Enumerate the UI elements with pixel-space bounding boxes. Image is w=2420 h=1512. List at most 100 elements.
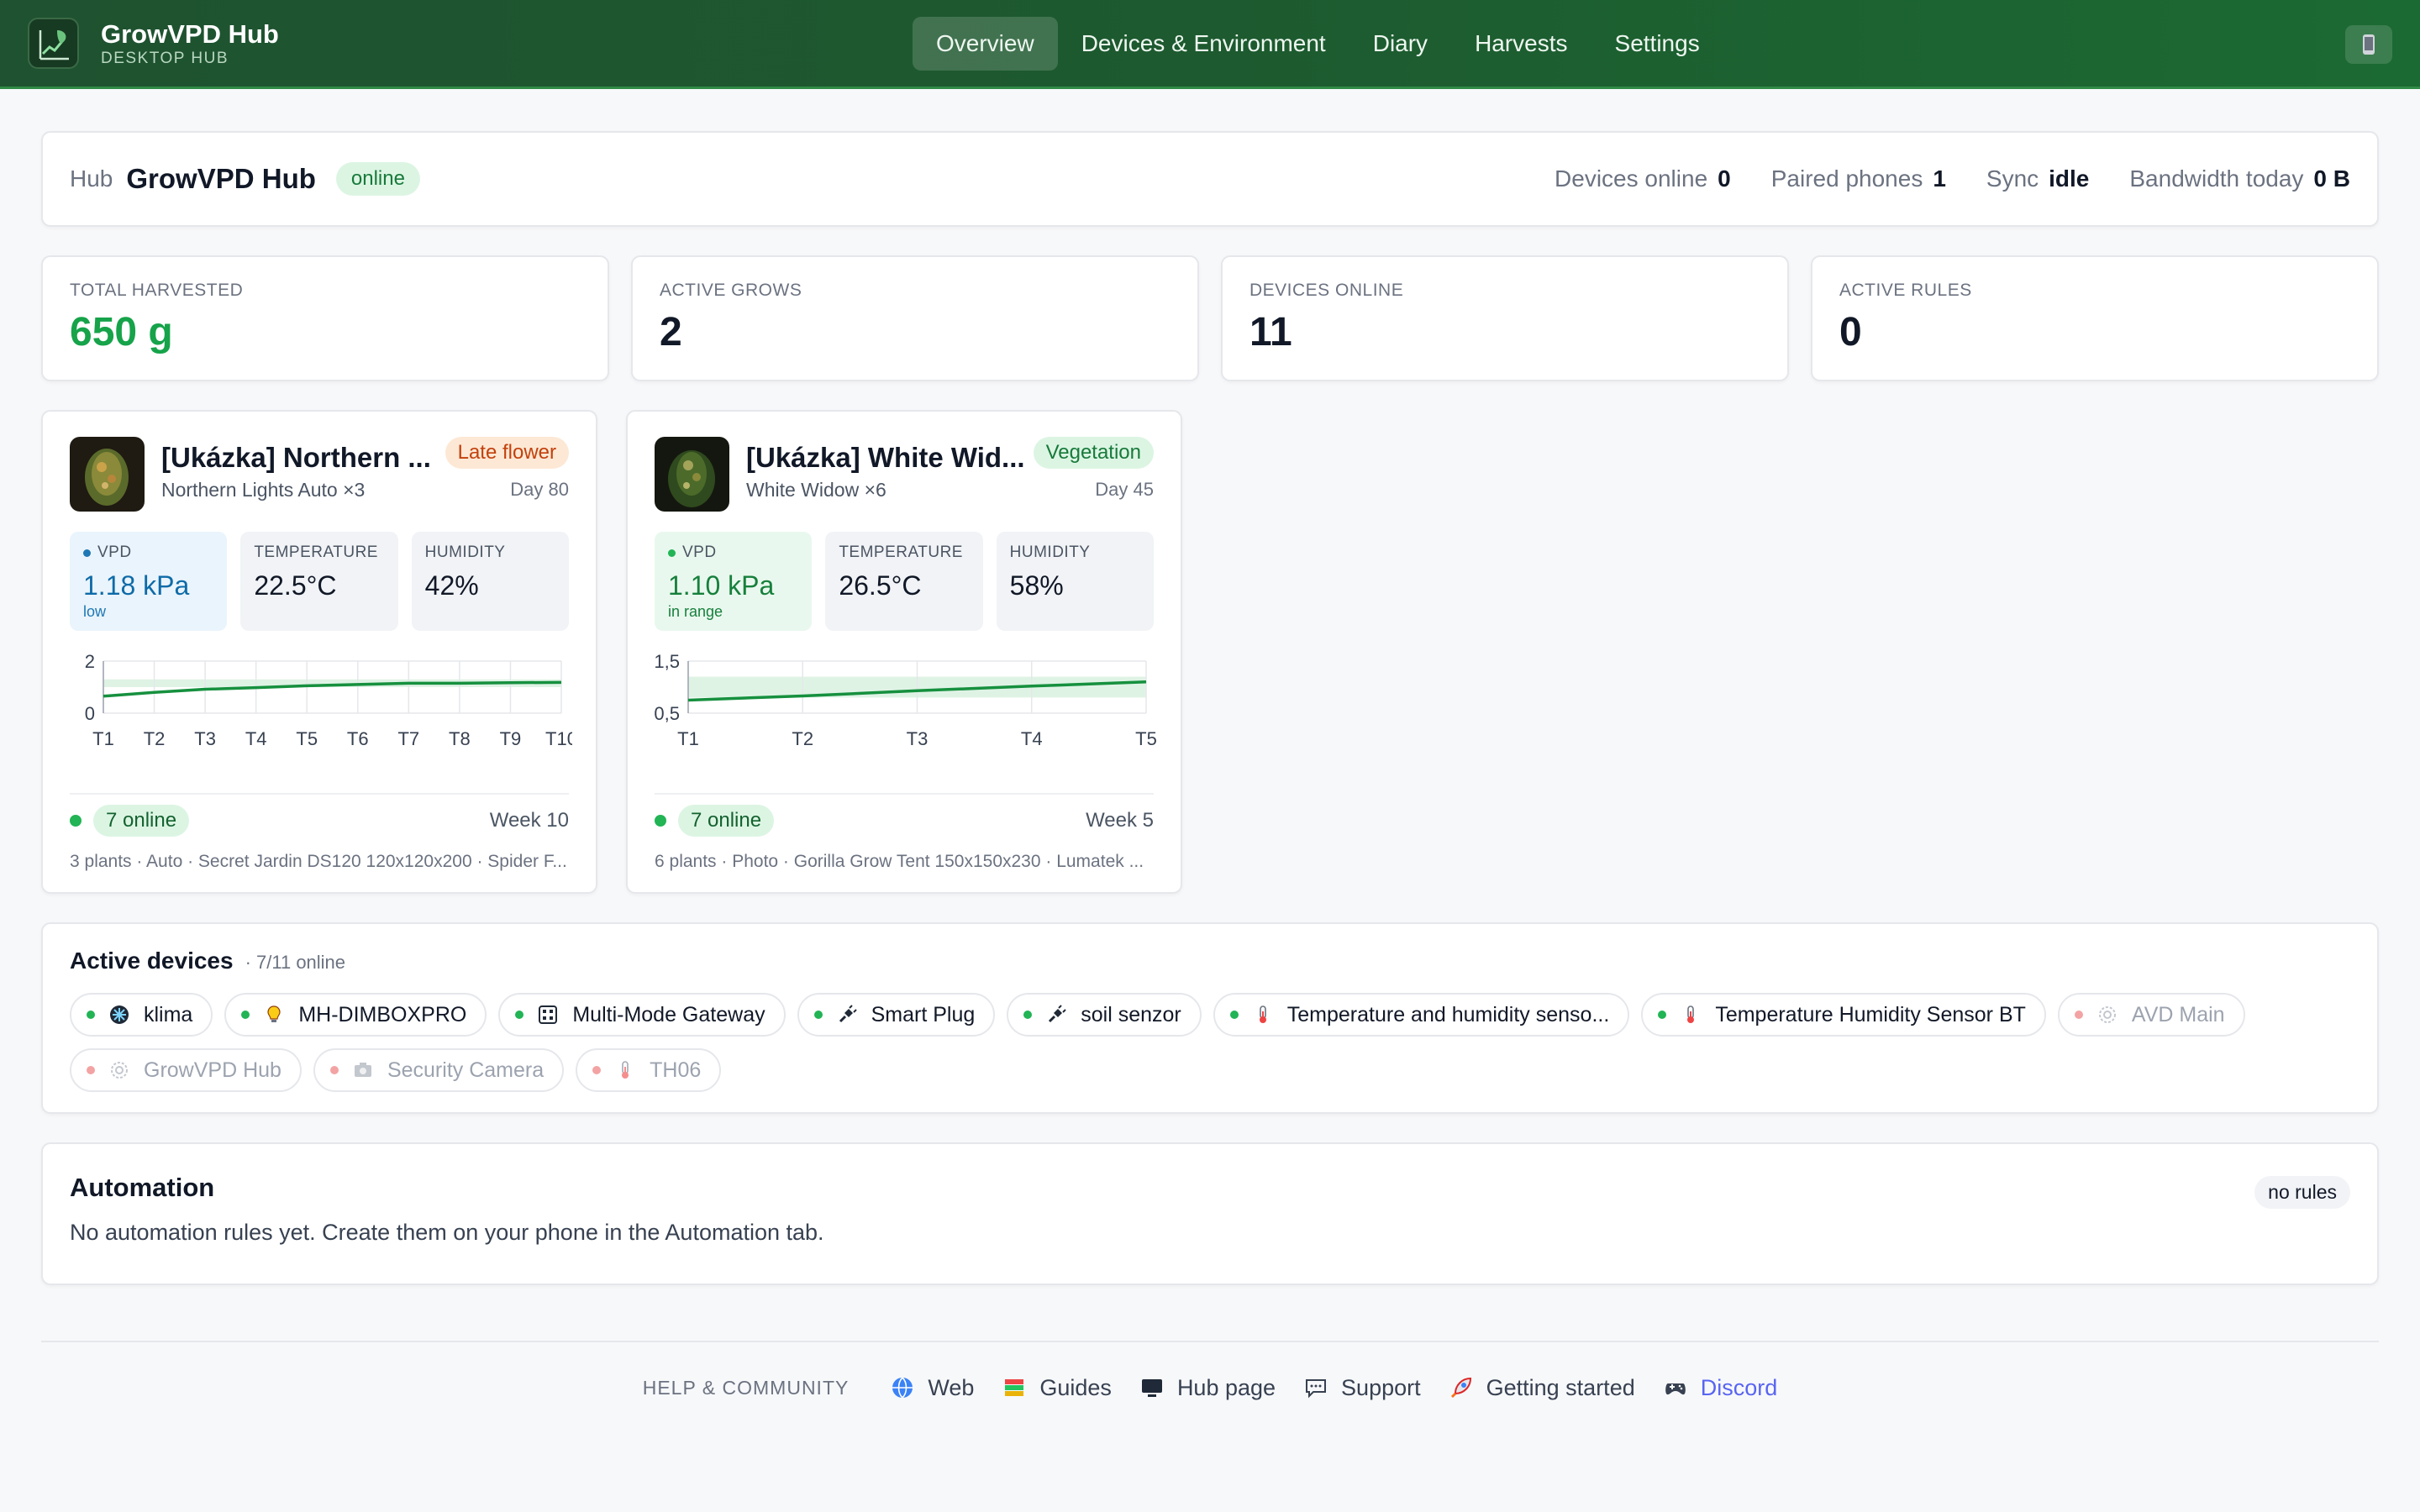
temperature-metric: TEMPERATURE 22.5°C xyxy=(240,532,398,631)
hub-label: Hub xyxy=(70,165,113,192)
nav-diary[interactable]: Diary xyxy=(1349,17,1451,71)
online-dot xyxy=(1229,1011,1239,1019)
temperature-metric: TEMPERATURE 26.5°C xyxy=(825,532,983,631)
device-chip[interactable]: klima xyxy=(70,993,213,1037)
rocket-icon xyxy=(1448,1374,1475,1401)
thermometer-icon xyxy=(1252,1004,1274,1026)
nav-settings[interactable]: Settings xyxy=(1591,17,1723,71)
books-icon xyxy=(1001,1374,1028,1401)
x-tick-label: T1 xyxy=(92,728,114,749)
online-dot xyxy=(1023,1011,1033,1019)
grow-week: Week 5 xyxy=(1086,809,1154,832)
device-chip-label: MH-DIMBOXPRO xyxy=(298,1002,467,1026)
online-dot xyxy=(515,1011,524,1019)
online-dot xyxy=(87,1011,95,1019)
footer: HELP & COMMUNITY Web Guides Hub page Sup… xyxy=(41,1341,2379,1433)
kpi-active-rules: ACTIVE RULES 0 xyxy=(1811,255,2379,381)
x-tick-label: T5 xyxy=(1135,728,1157,749)
hub-name: GrowVPD Hub xyxy=(126,163,316,194)
device-chip[interactable]: Security Camera xyxy=(313,1048,565,1092)
footer-link-discord[interactable]: Discord xyxy=(1662,1374,1777,1401)
x-tick-label: T9 xyxy=(500,728,522,749)
device-chip[interactable]: Multi-Mode Gateway xyxy=(498,993,786,1037)
hub-status-badge: online xyxy=(335,162,420,196)
sync-stat: Sync idle xyxy=(1986,165,2090,192)
devices-title: Active devices xyxy=(70,948,234,974)
phone-button[interactable] xyxy=(2345,25,2392,64)
x-tick-label: T1 xyxy=(677,728,699,749)
device-chips: klima MH-DIMBOXPRO Multi-Mode Gateway Smart… xyxy=(70,993,2350,1092)
grow-day: Day 80 xyxy=(510,479,569,500)
grow-card[interactable]: [Ukázka] Northern ... Late flower Northe… xyxy=(41,410,597,894)
footer-link-guides[interactable]: Guides xyxy=(1001,1374,1112,1401)
x-tick-label: T7 xyxy=(397,728,419,749)
plug-icon xyxy=(836,1004,858,1026)
device-chip[interactable]: AVD Main xyxy=(2057,993,2245,1037)
footer-link-hub-page[interactable]: Hub page xyxy=(1139,1374,1276,1401)
x-tick-label: T10 xyxy=(545,728,572,749)
automation-panel: Automation No automation rules yet. Crea… xyxy=(41,1142,2379,1285)
automation-empty-text: No automation rules yet. Create them on … xyxy=(70,1220,824,1245)
x-tick-label: T4 xyxy=(245,728,267,749)
humidity-metric: HUMIDITY 58% xyxy=(996,532,1154,631)
device-chip[interactable]: soil senzor xyxy=(1007,993,1202,1037)
footer-label: HELP & COMMUNITY xyxy=(642,1376,850,1399)
x-tick-label: T6 xyxy=(347,728,369,749)
footer-link-web[interactable]: Web xyxy=(889,1374,974,1401)
kpi-row: TOTAL HARVESTED 650 g ACTIVE GROWS 2 DEV… xyxy=(41,255,2379,381)
device-chip[interactable]: Temperature Humidity Sensor BT xyxy=(1641,993,2046,1037)
device-chip-label: Security Camera xyxy=(387,1058,544,1082)
offline-dot xyxy=(329,1066,339,1074)
device-chip-label: Temperature and humidity senso... xyxy=(1286,1002,1610,1026)
footer-link-getting-started[interactable]: Getting started xyxy=(1448,1374,1635,1401)
online-dot xyxy=(1658,1011,1667,1019)
grow-description: 3 plants · Auto · Secret Jardin DS120 12… xyxy=(70,852,567,871)
grow-description: 6 plants · Photo · Gorilla Grow Tent 150… xyxy=(655,852,1144,871)
device-chip-label: TH06 xyxy=(650,1058,702,1082)
device-chip[interactable]: MH-DIMBOXPRO xyxy=(224,993,487,1037)
device-chip-label: AVD Main xyxy=(2131,1002,2225,1026)
grow-day: Day 45 xyxy=(1095,479,1154,500)
device-chip[interactable]: GrowVPD Hub xyxy=(70,1048,302,1092)
device-chip-label: klima xyxy=(144,1002,193,1026)
main-nav: Overview Devices & Environment Diary Har… xyxy=(913,17,1723,71)
monitor-icon xyxy=(1139,1374,1165,1401)
snowflake-icon xyxy=(108,1004,130,1026)
device-chip-label: Multi-Mode Gateway xyxy=(572,1002,765,1026)
device-chip[interactable]: Temperature and humidity senso... xyxy=(1213,993,1630,1037)
active-devices-panel: Active devices · 7/11 online klima MH-DIM… xyxy=(41,922,2379,1114)
x-tick-label: T3 xyxy=(194,728,216,749)
x-tick-label: T2 xyxy=(144,728,166,749)
gamepad-icon xyxy=(1662,1374,1689,1401)
kpi-devices-online: DEVICES ONLINE 11 xyxy=(1221,255,1789,381)
offline-dot xyxy=(592,1066,602,1074)
nav-overview[interactable]: Overview xyxy=(913,17,1058,71)
grow-title: [Ukázka] Northern ... xyxy=(161,442,431,473)
bandwidth-stat: Bandwidth today 0 B xyxy=(2129,165,2350,192)
device-chip-label: Smart Plug xyxy=(871,1002,976,1026)
nav-harvests[interactable]: Harvests xyxy=(1451,17,1591,71)
grow-strain: White Widow ×6 xyxy=(746,479,886,501)
app-title: GrowVPD Hub xyxy=(101,18,279,49)
gateway-icon xyxy=(537,1004,559,1026)
device-chip[interactable]: TH06 xyxy=(576,1048,722,1092)
kpi-total-harvested: TOTAL HARVESTED 650 g xyxy=(41,255,609,381)
vpd-metric: VPD 1.10 kPa in range xyxy=(655,532,813,631)
grow-card[interactable]: [Ukázka] White Wid... Vegetation White W… xyxy=(626,410,1182,894)
grow-thumbnail xyxy=(70,437,145,512)
devices-online-stat: Devices online 0 xyxy=(1555,165,1731,192)
online-dot xyxy=(813,1011,823,1019)
online-dot xyxy=(70,815,82,827)
online-badge: 7 online xyxy=(93,805,190,837)
y-tick-label: 0 xyxy=(85,703,95,724)
footer-link-support[interactable]: Support xyxy=(1302,1374,1421,1401)
globe-icon xyxy=(889,1374,916,1401)
device-chip[interactable]: Smart Plug xyxy=(797,993,996,1037)
nav-devices-environment[interactable]: Devices & Environment xyxy=(1058,17,1349,71)
devices-count: · 7/11 online xyxy=(245,952,346,973)
grow-thumbnail xyxy=(655,437,729,512)
grow-title: [Ukázka] White Wid... xyxy=(746,442,1025,473)
stage-badge: Vegetation xyxy=(1033,437,1154,469)
gear-icon xyxy=(2096,1004,2118,1026)
device-chip-label: Temperature Humidity Sensor BT xyxy=(1715,1002,2026,1026)
